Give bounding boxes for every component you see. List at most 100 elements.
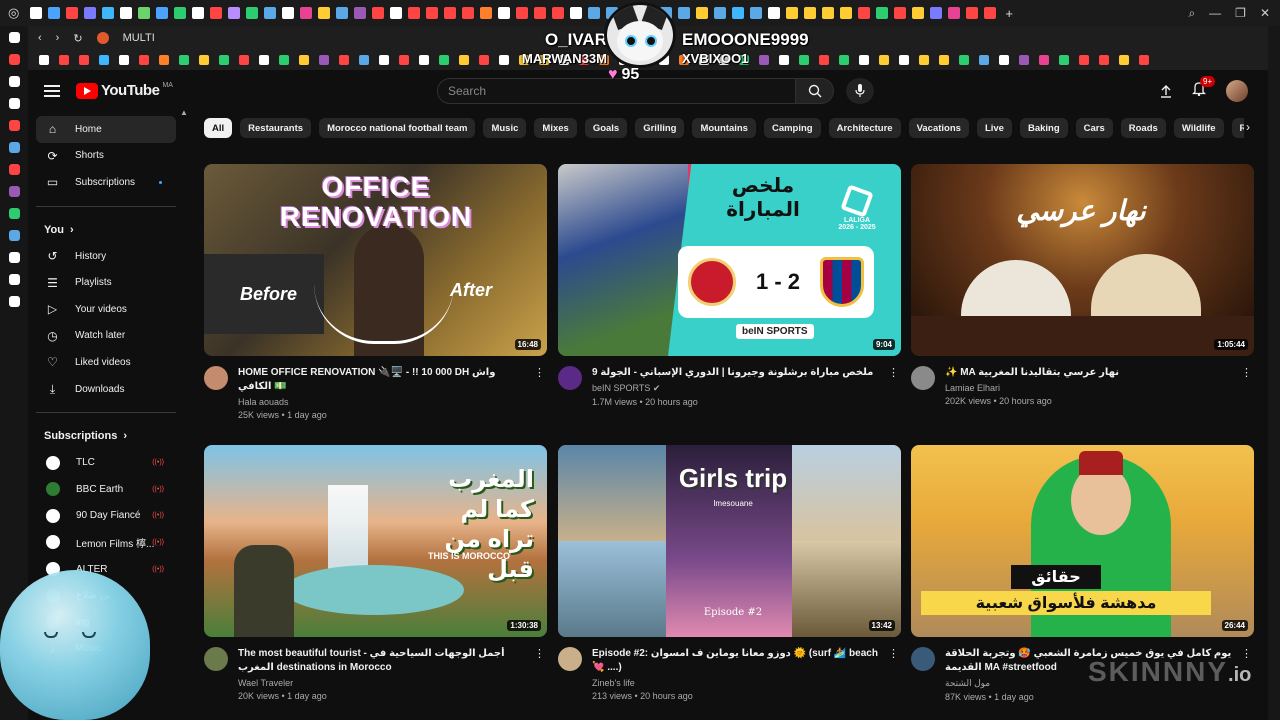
more-actions-icon[interactable]: ⋮ [888, 647, 899, 660]
bookmark-icon[interactable] [1099, 55, 1109, 65]
bookmark-icon[interactable] [899, 55, 909, 65]
video-card[interactable]: نهار عرسي 1:05:44 ✨ MA نهار عرسي بتقاليد… [911, 164, 1254, 406]
tab-favicon-icon[interactable] [120, 7, 133, 19]
bookmark-icon[interactable] [139, 55, 149, 65]
filter-chip[interactable]: Architecture [828, 118, 901, 138]
subscriptions-section-header[interactable]: Subscriptions › [36, 423, 176, 449]
channel-avatar[interactable] [558, 366, 582, 390]
video-thumbnail[interactable]: نهار عرسي 1:05:44 [911, 164, 1254, 356]
forward-icon[interactable]: › [56, 32, 60, 44]
tab-favicon-icon[interactable] [966, 7, 979, 19]
side-panel-icon[interactable] [8, 296, 20, 307]
back-icon[interactable]: ‹ [38, 32, 42, 44]
subscription-item[interactable]: 90 Day Fiancé ((•)) [36, 503, 176, 530]
side-panel-icon[interactable] [8, 120, 20, 131]
address-text[interactable]: MULTI [123, 32, 155, 44]
filter-chip[interactable]: Baking [1019, 118, 1068, 138]
tab-favicon-icon[interactable] [156, 7, 169, 19]
minimize-icon[interactable]: — [1209, 6, 1221, 20]
filter-chip[interactable]: Recently upl [1231, 118, 1244, 138]
side-panel-icon[interactable] [8, 274, 20, 285]
tab-favicon-icon[interactable] [840, 7, 853, 19]
tab-favicon-icon[interactable] [228, 7, 241, 19]
search-tabs-icon[interactable]: ⌕ [1188, 6, 1195, 21]
bookmark-icon[interactable] [159, 55, 169, 65]
bookmark-icon[interactable] [39, 55, 49, 65]
video-thumbnail[interactable]: حقائق مدهشة فلأسواق شعبية 26:44 [911, 445, 1254, 637]
bookmark-icon[interactable] [199, 55, 209, 65]
tab-favicon-icon[interactable] [984, 7, 997, 19]
filter-chip[interactable]: All [204, 118, 233, 138]
tab-favicon-icon[interactable] [84, 7, 97, 19]
account-avatar[interactable] [1226, 80, 1248, 102]
tab-favicon-icon[interactable] [300, 7, 313, 19]
channel-avatar[interactable] [558, 647, 582, 671]
tab-favicon-icon[interactable] [174, 7, 187, 19]
tab-favicon-icon[interactable] [408, 7, 421, 19]
bookmark-icon[interactable] [439, 55, 449, 65]
bookmark-icon[interactable] [1019, 55, 1029, 65]
filter-chip[interactable]: Roads [1120, 118, 1166, 138]
voice-search-button[interactable] [846, 78, 874, 104]
tab-favicon-icon[interactable] [318, 7, 331, 19]
bookmark-icon[interactable] [459, 55, 469, 65]
tab-favicon-icon[interactable] [678, 7, 691, 19]
tab-favicon-icon[interactable] [858, 7, 871, 19]
bookmark-icon[interactable] [279, 55, 289, 65]
tab-favicon-icon[interactable] [138, 7, 151, 19]
guide-menu-button[interactable] [44, 82, 60, 100]
side-panel-icon[interactable] [8, 252, 20, 263]
more-actions-icon[interactable]: ⋮ [888, 366, 899, 379]
sidebar-item[interactable]: ▭ Subscriptions [36, 169, 176, 196]
notifications-button[interactable]: 9+ [1191, 76, 1216, 101]
bookmark-icon[interactable] [499, 55, 509, 65]
tab-favicon-icon[interactable] [750, 7, 763, 19]
search-button[interactable] [796, 78, 834, 104]
bookmark-icon[interactable] [219, 55, 229, 65]
filter-chip[interactable]: Morocco national football team [319, 118, 476, 138]
tab-favicon-icon[interactable] [912, 7, 925, 19]
tab-favicon-icon[interactable] [822, 7, 835, 19]
filter-chip[interactable]: Grilling [635, 118, 685, 138]
bookmark-icon[interactable] [339, 55, 349, 65]
subscription-item[interactable]: TLC ((•)) [36, 449, 176, 476]
sidebar-item[interactable]: ⌂ Home [36, 116, 176, 143]
video-card[interactable]: Girls trip Imesouane Episode #2 13:42 Ep… [558, 445, 901, 701]
tab-favicon-icon[interactable] [462, 7, 475, 19]
video-thumbnail[interactable]: OFFICE RENOVATION Before After 16:48 [204, 164, 547, 356]
filter-chip[interactable]: Cars [1075, 118, 1113, 138]
restore-icon[interactable]: ❐ [1235, 6, 1246, 20]
filter-chip[interactable]: Music [483, 118, 527, 138]
tab-favicon-icon[interactable] [768, 7, 781, 19]
tab-favicon-icon[interactable] [930, 7, 943, 19]
tab-favicon-icon[interactable] [480, 7, 493, 19]
bookmark-icon[interactable] [1079, 55, 1089, 65]
tab-favicon-icon[interactable] [696, 7, 709, 19]
filter-chip[interactable]: Mountains [692, 118, 756, 138]
filter-chip[interactable]: Restaurants [240, 118, 312, 138]
channel-name[interactable]: Lamiae Elhari [945, 383, 1235, 393]
bookmark-icon[interactable] [479, 55, 489, 65]
bookmark-icon[interactable] [819, 55, 829, 65]
channel-avatar[interactable] [204, 647, 228, 671]
sidebar-item[interactable]: ♡ Liked videos [36, 349, 176, 376]
side-panel-icon[interactable] [8, 54, 20, 65]
video-title[interactable]: HOME OFFICE RENOVATION 🔌🖥️ - !! 10 000 D… [238, 366, 528, 394]
more-actions-icon[interactable]: ⋮ [534, 366, 545, 379]
subscription-item[interactable]: Lemon Films 檸... ((•)) [36, 529, 176, 556]
tab-favicon-icon[interactable] [444, 7, 457, 19]
youtube-logo[interactable]: YouTube MA [76, 82, 173, 99]
bookmark-icon[interactable] [59, 55, 69, 65]
filter-chip[interactable]: Mixes [534, 118, 577, 138]
tab-favicon-icon[interactable] [30, 7, 43, 19]
tab-favicon-icon[interactable] [570, 7, 583, 19]
tab-favicon-icon[interactable] [102, 7, 115, 19]
tab-favicon-icon[interactable] [264, 7, 277, 19]
channel-avatar[interactable] [204, 366, 228, 390]
video-title[interactable]: The most beautiful tourist - أجمل الوجها… [238, 647, 528, 675]
tab-favicon-icon[interactable] [282, 7, 295, 19]
side-panel-icon[interactable] [8, 208, 20, 219]
bookmark-icon[interactable] [999, 55, 1009, 65]
channel-name[interactable]: Wael Traveler [238, 678, 528, 688]
tab-favicon-icon[interactable] [498, 7, 511, 19]
